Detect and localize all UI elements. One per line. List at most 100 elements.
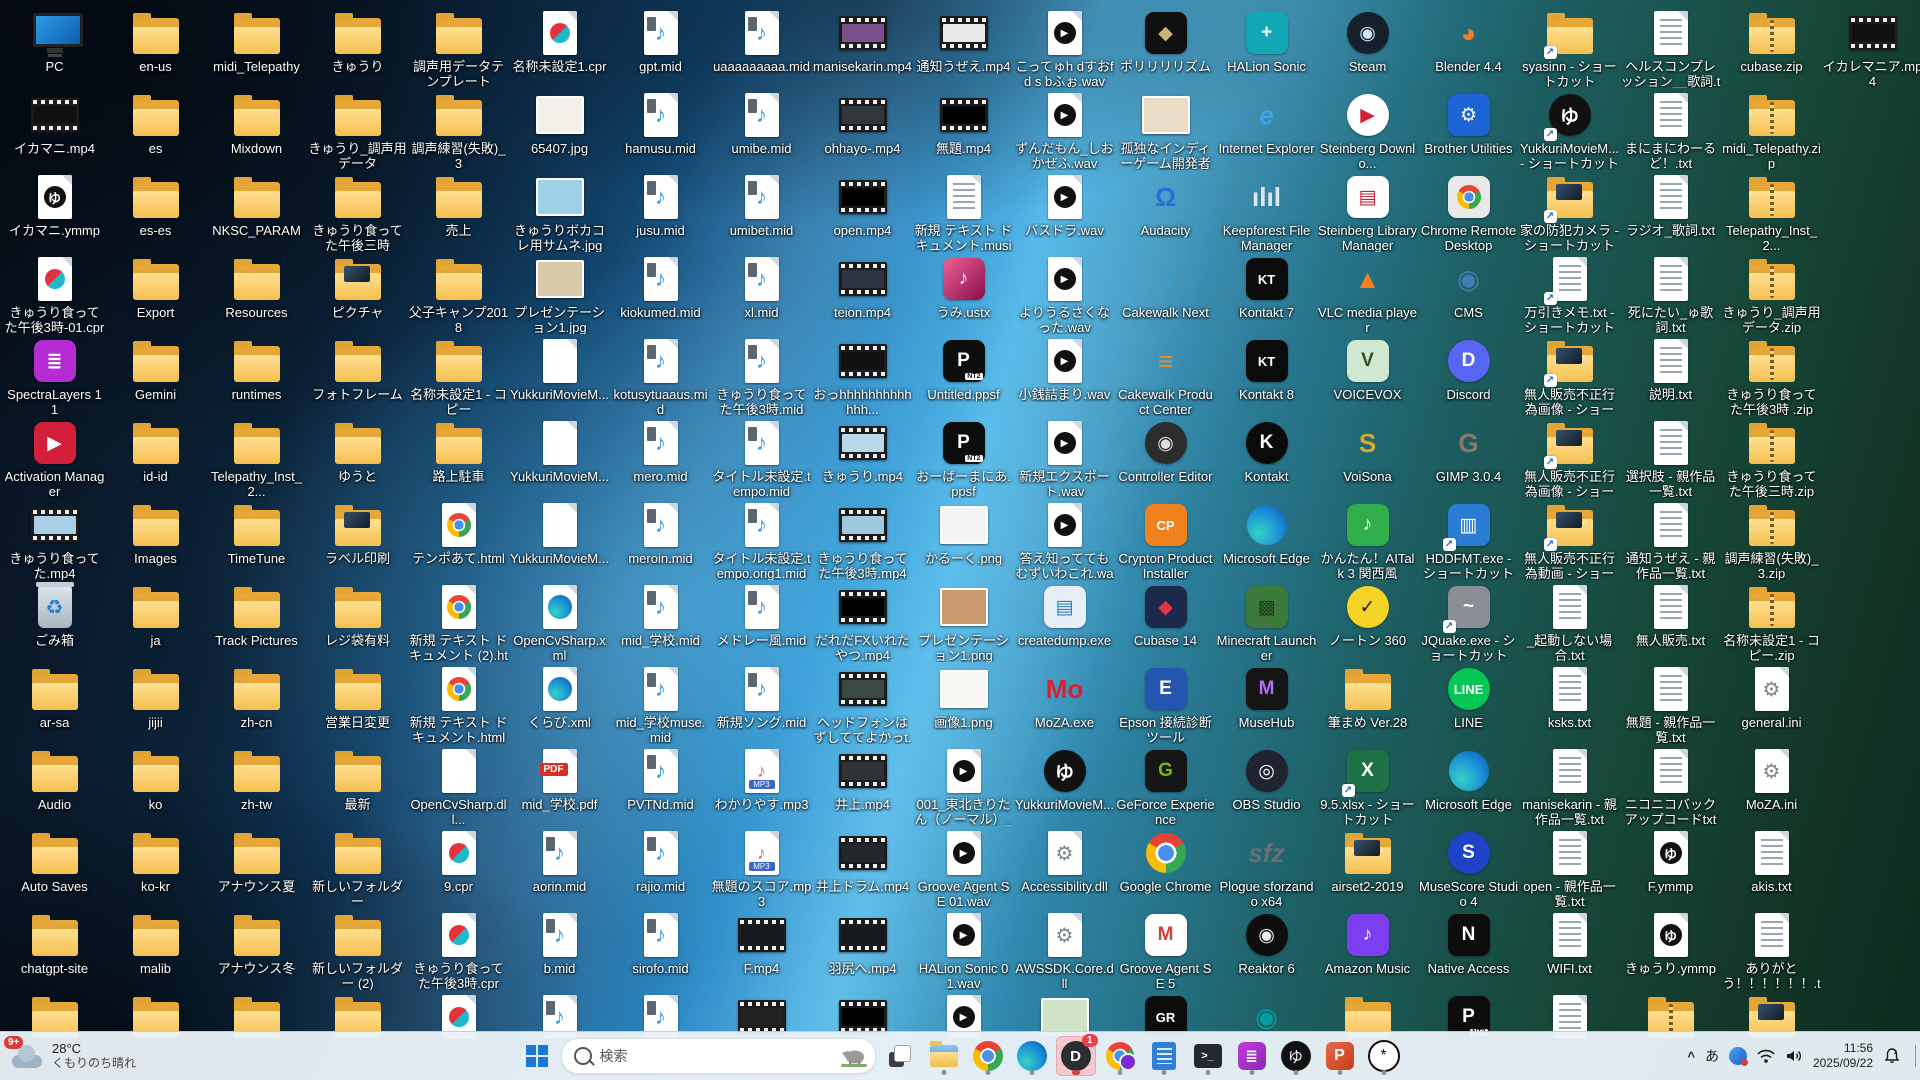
desktop-icon[interactable]: ♪ aorin.mid bbox=[509, 826, 610, 908]
desktop-icon[interactable]: ラジオ_歌詞.txt bbox=[1620, 170, 1721, 252]
desktop-icon[interactable]: ▤ Steinberg Library Manager bbox=[1317, 170, 1418, 252]
desktop-icon[interactable]: ゆイカマニ.ymmp bbox=[4, 170, 105, 252]
desktop-icon[interactable]: プレゼンテーション1.png bbox=[913, 580, 1014, 662]
start-button[interactable] bbox=[517, 1036, 557, 1076]
desktop-icon[interactable]: Mo MoZA.exe bbox=[1014, 662, 1115, 744]
desktop-icon[interactable]: V VOICEVOX bbox=[1317, 334, 1418, 416]
desktop-icon[interactable]: ▶ Groove Agent SE 01.wav bbox=[913, 826, 1014, 908]
desktop-icon[interactable]: Telepathy_Inst_2... bbox=[1721, 170, 1822, 252]
desktop-icon[interactable]: LINE LINE bbox=[1418, 662, 1519, 744]
taskbar-clock[interactable]: 11:56 2025/09/22 bbox=[1813, 1041, 1873, 1071]
desktop-icon[interactable]: ◕ Blender 4.4 bbox=[1418, 6, 1519, 88]
desktop-icon[interactable]: 筆まめ Ver.28 bbox=[1317, 662, 1418, 744]
desktop-icon[interactable]: ♪ 新規ソング.mid bbox=[711, 662, 812, 744]
wifi-icon[interactable] bbox=[1757, 1048, 1775, 1064]
desktop-icon[interactable]: Chrome Remote Desktop bbox=[1418, 170, 1519, 252]
desktop-icon[interactable]: 父子キャンプ2018 bbox=[408, 252, 509, 334]
desktop-icon[interactable]: ♻ ごみ箱 bbox=[4, 580, 105, 662]
desktop-icon[interactable]: ◆ ポリリリリズム bbox=[1115, 6, 1216, 88]
desktop-icon[interactable]: 新規 テキスト ドキュメント.html bbox=[408, 662, 509, 744]
desktop-icon[interactable]: フォトフレーム bbox=[307, 334, 408, 416]
desktop-icon[interactable]: F.mp4 bbox=[711, 908, 812, 990]
desktop-icon[interactable]: ⚙ MoZA.ini bbox=[1721, 744, 1822, 826]
desktop-icon[interactable]: akis.txt bbox=[1721, 826, 1822, 908]
desktop-icon[interactable]: ♪ umibet.mid bbox=[711, 170, 812, 252]
desktop-icon[interactable]: ◔ Cakewalk Next bbox=[1115, 252, 1216, 334]
desktop-icon[interactable]: ▶ よりうるさくなった.wav bbox=[1014, 252, 1115, 334]
desktop-icon[interactable]: ♪ uaaaaaaaaa.mid bbox=[711, 6, 812, 88]
desktop-icon[interactable]: K Kontakt bbox=[1216, 416, 1317, 498]
tray-app-icon[interactable] bbox=[1728, 1047, 1748, 1066]
desktop-icon[interactable]: ゆ F.ymmp bbox=[1620, 826, 1721, 908]
desktop-icon[interactable]: X ↗ 9.5.xlsx - ショートカット bbox=[1317, 744, 1418, 826]
desktop-icon[interactable]: ♪ sirofo.mid bbox=[610, 908, 711, 990]
desktop-icon[interactable]: ♪ MP3 わかりやす.mp3 bbox=[711, 744, 812, 826]
desktop-icon[interactable]: Audio bbox=[4, 744, 105, 826]
desktop-icon[interactable]: ↗ 万引きメモ.txt - ショートカット bbox=[1519, 252, 1620, 334]
desktop-icon[interactable]: ♪ kotusytuaaus.mid bbox=[610, 334, 711, 416]
desktop-icon[interactable]: Ω Audacity bbox=[1115, 170, 1216, 252]
desktop-icon[interactable]: CP Crypton Product Installer bbox=[1115, 498, 1216, 580]
desktop-icon[interactable]: ⚙ general.ini bbox=[1721, 662, 1822, 744]
desktop-icon[interactable]: M MuseHub bbox=[1216, 662, 1317, 744]
desktop-icon[interactable]: ♪ きゅうり食ってた午後3時.mid bbox=[711, 334, 812, 416]
desktop-icon[interactable]: zh-cn bbox=[206, 662, 307, 744]
desktop-icon[interactable]: manisekarin - 親作品一覧.txt bbox=[1519, 744, 1620, 826]
show-desktop-button[interactable] bbox=[1915, 1045, 1916, 1067]
desktop-icon[interactable]: ▶ 小銭詰まり.wav bbox=[1014, 334, 1115, 416]
desktop-icon[interactable]: PC bbox=[4, 6, 105, 88]
desktop-icon[interactable]: きゅうりボカコレ用サムネ.jpg bbox=[509, 170, 610, 252]
desktop-icon[interactable]: ピクチャ bbox=[307, 252, 408, 334]
desktop-icon[interactable]: 調声用データテンプレート bbox=[408, 6, 509, 88]
desktop-icon[interactable]: イカレマニア.mp4 bbox=[1822, 6, 1920, 88]
desktop-icon[interactable]: 名称未設定1 - コピー bbox=[408, 334, 509, 416]
desktop-icon[interactable]: 井上ドラム.mp4 bbox=[812, 826, 913, 908]
desktop-icon[interactable]: 路上駐車 bbox=[408, 416, 509, 498]
desktop-icon[interactable]: 説明.txt bbox=[1620, 334, 1721, 416]
desktop-icon[interactable]: Track Pictures bbox=[206, 580, 307, 662]
taskbar-app-spectralayers[interactable]: ≣ bbox=[1232, 1036, 1272, 1076]
desktop-icon[interactable]: cubase.zip bbox=[1721, 6, 1822, 88]
desktop-icon[interactable]: ▶ ずんだもん_しおかぜふ.wav bbox=[1014, 88, 1115, 170]
desktop-icon[interactable]: ohhayo-.mp4 bbox=[812, 88, 913, 170]
desktop-icon[interactable]: きゅうり食ってた午後3時 .zip bbox=[1721, 334, 1822, 416]
desktop-icon[interactable]: ▶ 001_東北きりたん（ノーマル）_今じゃ... bbox=[913, 744, 1014, 826]
desktop-icon[interactable]: ◉ CMS bbox=[1418, 252, 1519, 334]
desktop-icon[interactable]: ゆ ↗ YukkuriMovieM... - ショートカット bbox=[1519, 88, 1620, 170]
desktop-icon[interactable]: teion.mp4 bbox=[812, 252, 913, 334]
desktop-icon[interactable]: Microsoft Edge bbox=[1216, 498, 1317, 580]
desktop-icon[interactable]: かるーく.png bbox=[913, 498, 1014, 580]
desktop-icon[interactable]: ♪ gpt.mid bbox=[610, 6, 711, 88]
desktop-icon[interactable]: ↗無人販売不正行為動画 - ショートカット bbox=[1519, 498, 1620, 580]
desktop-icon[interactable]: 最新 bbox=[307, 744, 408, 826]
desktop-icon[interactable]: ▲ VLC media player bbox=[1317, 252, 1418, 335]
desktop-icon[interactable]: P NT2 おーばーまにあ.ppsf bbox=[913, 416, 1014, 498]
desktop-icon[interactable]: ja bbox=[105, 580, 206, 662]
desktop-icon[interactable]: くらび.xml bbox=[509, 662, 610, 744]
desktop-icon[interactable]: ♪ kiokumed.mid bbox=[610, 252, 711, 334]
desktop-icon[interactable]: open.mp4 bbox=[812, 170, 913, 252]
desktop-icon[interactable]: きゅうり食ってた午後3時-01.cpr bbox=[4, 252, 105, 334]
desktop-icon[interactable]: きゅうり_調声用データ.zip bbox=[1721, 252, 1822, 334]
desktop-icon[interactable]: manisekarin.mp4 bbox=[812, 6, 913, 88]
desktop-icon[interactable]: Resources bbox=[206, 252, 307, 334]
desktop-icon[interactable]: YukkuriMovieM... bbox=[509, 334, 610, 416]
desktop-icon[interactable]: レジ袋有料 bbox=[307, 580, 408, 662]
desktop-icon[interactable]: きゅうり食ってた午後3時.cpr bbox=[408, 908, 509, 990]
taskbar-app-task-view[interactable] bbox=[880, 1036, 920, 1076]
desktop-icon[interactable]: G GIMP 3.0.4 bbox=[1418, 416, 1519, 498]
desktop-icon[interactable]: en-us bbox=[105, 6, 206, 88]
desktop-icon[interactable]: ゆ YukkuriMovieM... bbox=[1014, 744, 1115, 826]
desktop-icon[interactable]: ≡ Cakewalk Product Center bbox=[1115, 334, 1216, 417]
desktop-icon[interactable]: ↗無人販売不正行為画像 - ショートカッ... bbox=[1519, 334, 1620, 416]
desktop-icon[interactable]: きゅうり bbox=[307, 6, 408, 88]
desktop-icon[interactable]: ♪ hamusu.mid bbox=[610, 88, 711, 170]
desktop-icon[interactable]: open - 親作品一覧.txt bbox=[1519, 826, 1620, 908]
desktop-icon[interactable]: ♪ mid_学校.mid bbox=[610, 580, 711, 662]
desktop-icon[interactable]: 新しいフォルダー (2) bbox=[307, 908, 408, 990]
do-not-disturb-bell-icon[interactable]: z bbox=[1883, 1047, 1901, 1065]
weather-widget[interactable]: 9+ 28°C くもりのち晴れ bbox=[4, 1032, 136, 1080]
volume-icon[interactable] bbox=[1785, 1048, 1803, 1064]
taskbar-app-notepad[interactable] bbox=[1144, 1036, 1184, 1076]
desktop-icon[interactable]: 調声練習(失敗)_3 bbox=[408, 88, 509, 170]
